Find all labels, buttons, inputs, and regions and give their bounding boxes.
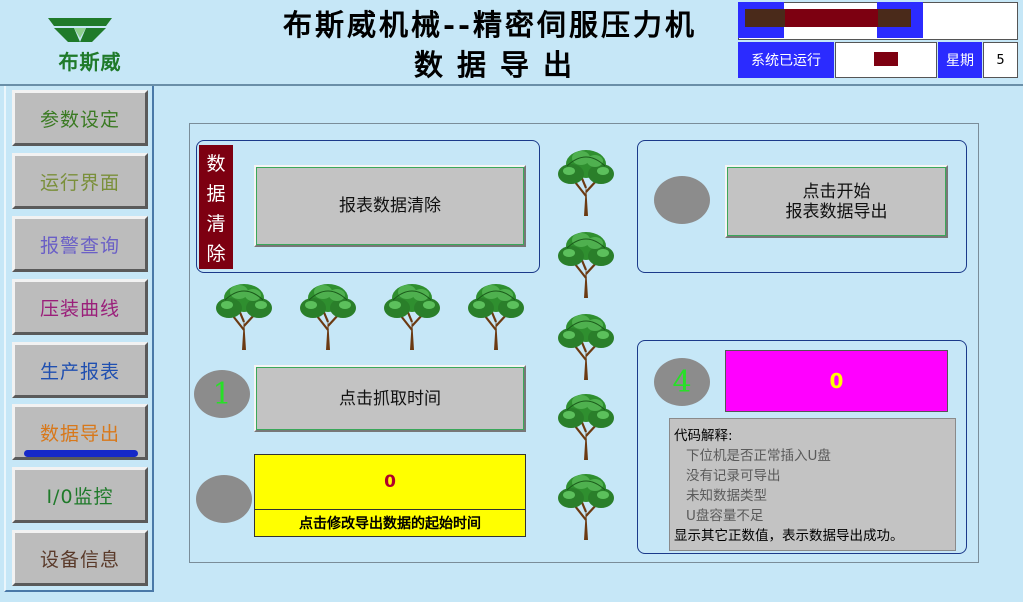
sidebar-item-production-report[interactable]: 生产报表 — [12, 342, 148, 398]
sidebar-item-label: I/0监控 — [46, 485, 114, 508]
start-time-caption[interactable]: 点击修改导出数据的起始时间 — [254, 510, 526, 537]
tree-icon — [557, 308, 615, 380]
code-explanation-box: 代码解释: 下位机是否正常插入U盘 没有记录可导出 未知数据类型 U盘容量不足 … — [669, 418, 956, 551]
tree-icon — [557, 468, 615, 540]
step-1-number: 1 — [212, 376, 232, 412]
active-item-indicator — [24, 450, 138, 457]
sidebar-item-label: 参数设定 — [39, 108, 120, 131]
start-export-button-line1: 点击开始 — [802, 181, 871, 202]
tree-icon — [557, 144, 615, 216]
sidebar-item-operation[interactable]: 运行界面 — [12, 153, 148, 209]
sidebar-item-alarms[interactable]: 报警查询 — [12, 216, 148, 272]
sidebar-item-device-info[interactable]: 设备信息 — [12, 530, 148, 586]
run-status-indicator — [874, 52, 898, 66]
sidebar: 参数设定 运行界面 报警查询 压装曲线 生产报表 数据导出 I/0监控 设备信息 — [4, 86, 154, 592]
clear-report-button[interactable]: 报表数据清除 — [254, 165, 526, 247]
logo-text: 布斯威 — [58, 50, 122, 74]
start-export-button[interactable]: 点击开始 报表数据导出 — [725, 165, 948, 238]
weekday-value: 5 — [983, 42, 1018, 78]
code-explanation-item: U盘容量不足 — [686, 508, 764, 524]
sidebar-item-io-monitor[interactable]: I/0监控 — [12, 467, 148, 523]
datetime-segment — [878, 9, 911, 27]
sidebar-item-press-curve[interactable]: 压装曲线 — [12, 279, 148, 335]
start-time-value[interactable]: 0 — [254, 454, 526, 510]
sidebar-item-label: 设备信息 — [39, 548, 120, 571]
page-title: 布斯威机械--精密伺服压力机 — [282, 8, 698, 42]
grab-time-button[interactable]: 点击抓取时间 — [254, 365, 526, 432]
code-explanation-title: 代码解释: — [674, 428, 733, 444]
tree-icon — [299, 278, 357, 350]
sidebar-item-label: 压装曲线 — [39, 297, 120, 320]
datetime-segment — [745, 9, 785, 27]
sidebar-item-label: 运行界面 — [39, 171, 120, 194]
code-explanation-footer: 显示其它正数值，表示数据导出成功。 — [674, 528, 904, 544]
tree-icon — [467, 278, 525, 350]
tree-icon — [215, 278, 273, 350]
tree-icon — [557, 226, 615, 298]
sidebar-item-label: 报警查询 — [39, 234, 120, 257]
time-status-indicator — [196, 475, 252, 523]
sidebar-item-parameters[interactable]: 参数设定 — [12, 90, 148, 146]
code-explanation-item: 未知数据类型 — [686, 488, 767, 504]
run-time-label: 系统已运行 — [738, 42, 834, 78]
code-explanation-item: 下位机是否正常插入U盘 — [686, 448, 831, 464]
logo-mark-icon — [48, 18, 112, 42]
page-subtitle: 数据导出 — [413, 48, 586, 82]
clear-data-label-text: 数据清除 — [206, 153, 226, 265]
grab-time-button-label: 点击抓取时间 — [339, 388, 441, 409]
company-logo: 布斯威 — [30, 12, 150, 74]
weekday-label: 星期 — [938, 42, 982, 78]
step-4-number: 4 — [672, 364, 692, 400]
export-status-indicator — [654, 176, 710, 224]
export-result-value: 0 — [725, 350, 948, 412]
code-explanation-item: 没有记录可导出 — [686, 468, 781, 484]
step-1-indicator: 1 — [194, 370, 250, 418]
clear-data-label: 数据清除 — [199, 145, 233, 269]
step-4-indicator: 4 — [654, 358, 710, 406]
start-export-button-line2: 报表数据导出 — [785, 201, 888, 222]
clear-report-button-label: 报表数据清除 — [339, 196, 441, 216]
sidebar-item-label: 生产报表 — [39, 360, 120, 383]
tree-icon — [383, 278, 441, 350]
tree-icon — [557, 388, 615, 460]
sidebar-item-label: 数据导出 — [39, 422, 120, 445]
